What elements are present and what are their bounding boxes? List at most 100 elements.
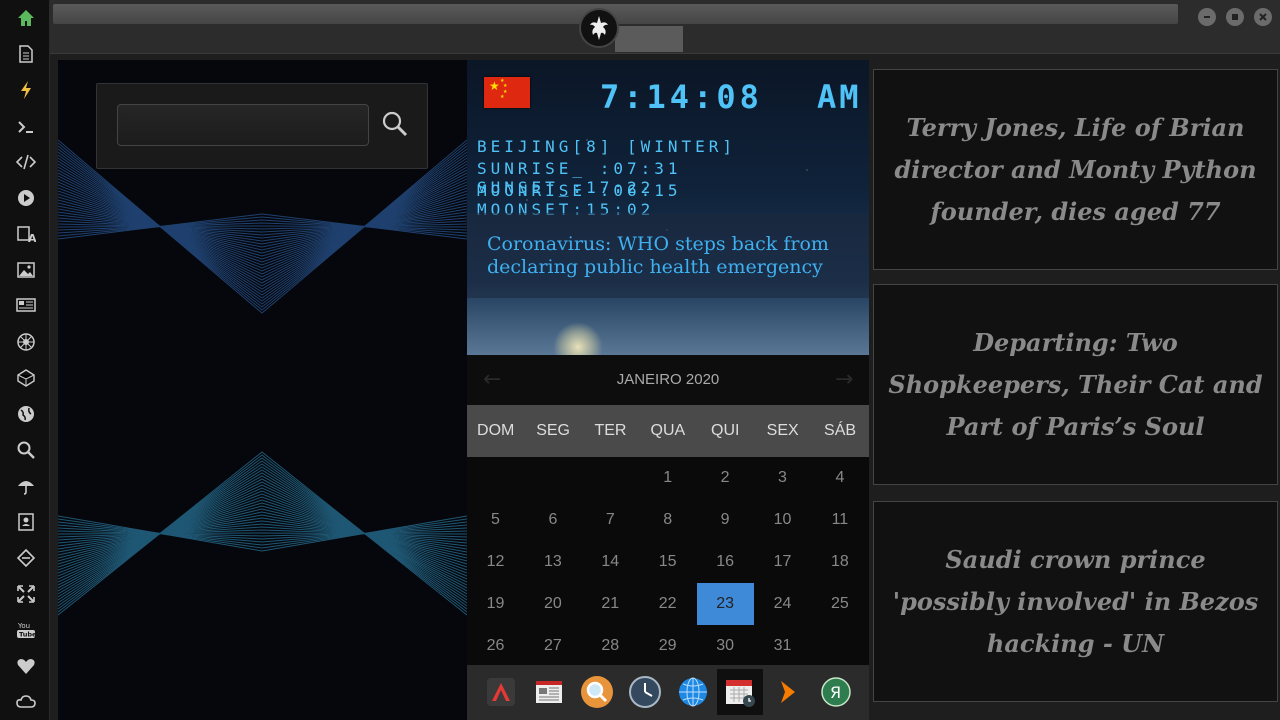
calendar-day[interactable]: 24: [754, 583, 811, 625]
calendar-app-icon[interactable]: [717, 669, 763, 715]
clock-app-icon[interactable]: [622, 669, 668, 715]
weekday-label: QUA: [650, 422, 686, 439]
calendar-day[interactable]: 10: [754, 499, 811, 541]
calendar-day[interactable]: 17: [754, 541, 811, 583]
news-card[interactable]: Saudi crown prince 'possibly involved' i…: [873, 501, 1278, 702]
calendar-header: ← JANEIRO 2020 →: [467, 355, 869, 405]
rebel-icon[interactable]: [13, 329, 39, 355]
document-icon[interactable]: [13, 41, 39, 67]
calendar-day[interactable]: 28: [582, 625, 639, 667]
translate-icon[interactable]: A: [13, 221, 39, 247]
calendar-day[interactable]: 22: [639, 583, 696, 625]
umbrella-icon[interactable]: [13, 473, 39, 499]
calendar-day[interactable]: 6: [524, 499, 581, 541]
dock: Я: [467, 665, 869, 720]
calendar-day[interactable]: 11: [811, 499, 868, 541]
calendar-day[interactable]: 25: [811, 583, 868, 625]
calendar-day[interactable]: 7: [582, 499, 639, 541]
lightning-icon[interactable]: [13, 77, 39, 103]
minimize-button[interactable]: [1198, 8, 1216, 26]
calendar-days: 1 2 3 4 5 6 7 8 9 10 11 12 13 14 15 16 17 18 19 20 21 22 23 24 2…: [467, 457, 869, 665]
cube-icon[interactable]: [13, 365, 39, 391]
calendar-day-selected[interactable]: 23: [696, 583, 754, 625]
newspaper-icon[interactable]: [526, 669, 572, 715]
yandex-app-icon[interactable]: Я: [813, 669, 859, 715]
calendar-day[interactable]: 30: [697, 625, 754, 667]
calendar-day[interactable]: 15: [639, 541, 696, 583]
calendar-day[interactable]: 3: [754, 457, 811, 499]
world-clock: ★ ★ ★ ★ ★ 7:14:08 AM BEIJING[8] [WINTER]…: [467, 60, 869, 355]
news-headline: Departing: Two Shopkeepers, Their Cat an…: [888, 327, 1263, 441]
code-icon[interactable]: [13, 149, 39, 175]
magnifier-app-icon[interactable]: [574, 669, 620, 715]
weekday-label: DOM: [477, 422, 515, 439]
maximize-button[interactable]: [1226, 8, 1244, 26]
calendar-day[interactable]: 18: [811, 541, 868, 583]
news-card[interactable]: Departing: Two Shopkeepers, Their Cat an…: [873, 284, 1278, 485]
news-headline: Terry Jones, Life of Brian director and …: [894, 112, 1257, 226]
calendar-day[interactable]: 29: [639, 625, 696, 667]
arrow-app-icon[interactable]: [765, 669, 811, 715]
logo-tab[interactable]: [615, 26, 683, 52]
top-bar: [50, 0, 1280, 54]
youtube-icon[interactable]: You Tube: [13, 617, 39, 643]
contacts-icon[interactable]: [13, 509, 39, 535]
calendar-day[interactable]: 14: [582, 541, 639, 583]
news-headline: Saudi crown prince 'possibly involved' i…: [892, 544, 1259, 658]
weekday-label: SEG: [536, 422, 570, 439]
calendar-day[interactable]: 1: [639, 457, 696, 499]
close-button[interactable]: [1254, 8, 1272, 26]
calendar-day[interactable]: 8: [639, 499, 696, 541]
headline-ticker[interactable]: Coronavirus: WHO steps back from declari…: [487, 233, 857, 279]
calendar-day[interactable]: 26: [467, 625, 524, 667]
launcher-icon[interactable]: [478, 669, 524, 715]
weekday-label: QUI: [711, 422, 740, 439]
svg-text:A: A: [28, 232, 36, 244]
calendar-day[interactable]: 31: [754, 625, 811, 667]
youtube-label: You: [17, 622, 30, 630]
expand-icon[interactable]: [13, 581, 39, 607]
news-card[interactable]: Terry Jones, Life of Brian director and …: [873, 69, 1278, 270]
calendar-day[interactable]: 2: [697, 457, 754, 499]
calendar-month: JANEIRO 2020: [616, 371, 720, 388]
calendar-day[interactable]: 19: [467, 583, 524, 625]
image-icon[interactable]: [13, 257, 39, 283]
search-icon[interactable]: [13, 437, 39, 463]
search-input[interactable]: [117, 104, 369, 146]
calendar-day[interactable]: 4: [811, 457, 868, 499]
play-icon[interactable]: [13, 185, 39, 211]
calendar-day[interactable]: 5: [467, 499, 524, 541]
globe-app-icon[interactable]: [670, 669, 716, 715]
svg-text:Tube: Tube: [19, 631, 36, 639]
clock-ampm: AM: [817, 78, 862, 116]
calendar-day[interactable]: 21: [582, 583, 639, 625]
clock-time: 7:14:08: [600, 78, 763, 116]
wallpaper-panel: [58, 60, 467, 720]
terminal-icon[interactable]: [13, 114, 39, 140]
weekday-label: SEX: [766, 422, 799, 439]
cloud-icon[interactable]: [13, 689, 39, 715]
globe-icon[interactable]: [13, 401, 39, 427]
weekday-label: TER: [594, 422, 627, 439]
home-icon[interactable]: [13, 5, 39, 31]
svg-text:Я: Я: [830, 683, 841, 702]
rebel-logo-icon: [579, 8, 619, 48]
next-month-button[interactable]: →: [835, 367, 853, 392]
heart-icon[interactable]: [13, 653, 39, 679]
calendar-day[interactable]: 9: [697, 499, 754, 541]
calendar-day[interactable]: 20: [524, 583, 581, 625]
app-window: A You Tube ★ ★ ★ ★ ★ 7:14:08 AM BEIJING[…: [0, 0, 1280, 720]
search-button[interactable]: [377, 106, 413, 142]
search-icon: [382, 111, 408, 137]
tag-icon[interactable]: [13, 545, 39, 571]
calendar-day[interactable]: 12: [467, 541, 524, 583]
calendar-day[interactable]: 13: [524, 541, 581, 583]
china-flag-icon: ★ ★ ★ ★ ★: [484, 77, 530, 108]
weekday-label: SÁB: [824, 422, 857, 439]
clock-calendar-panel: ★ ★ ★ ★ ★ 7:14:08 AM BEIJING[8] [WINTER]…: [467, 60, 869, 720]
news-icon[interactable]: [13, 292, 39, 318]
calendar-day[interactable]: 27: [524, 625, 581, 667]
sidebar: A You Tube: [0, 0, 50, 720]
search-widget: [96, 83, 428, 169]
calendar-day[interactable]: 16: [697, 541, 754, 583]
